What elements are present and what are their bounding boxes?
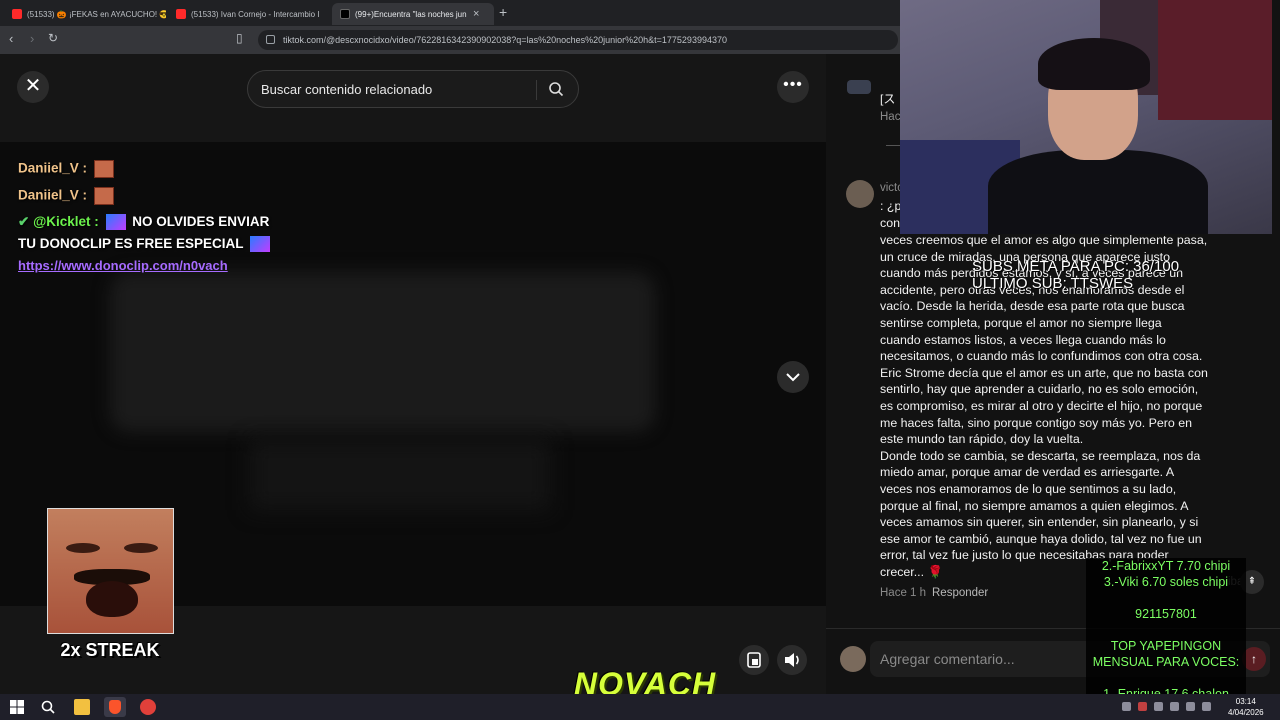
chat-text: NO OLVIDES ENVIAR (132, 214, 270, 229)
comment-text-line: : ¿p (880, 199, 902, 213)
tab-1[interactable]: (51533) 🎃 ¡FEKAS en AYACUCHO! 😎 (4, 3, 166, 25)
leaderboard-line: 3.-Viki 6.70 soles chipi (1103, 575, 1229, 589)
youtube-favicon-icon (12, 9, 22, 19)
discord-tray-icon[interactable] (1122, 702, 1131, 711)
obs-icon[interactable] (140, 699, 156, 715)
donation-leaderboard: 2.-FabrixxYT 7.70 chipi 3.-Viki 6.70 sol… (1086, 558, 1246, 701)
app-tray-icon[interactable] (1154, 702, 1163, 711)
chat-message-continued: TU DONOCLIP ES FREE ESPECIAL (18, 236, 273, 253)
video-scene-lights (250, 440, 550, 510)
donoclip-link[interactable]: https://www.donoclip.com/n0vach (18, 258, 228, 273)
streak-label: 2x STREAK (60, 640, 160, 660)
chevron-down-icon (786, 373, 800, 382)
brave-browser-icon[interactable] (104, 697, 126, 717)
tab-2[interactable]: (51533) Ivan Cornejo - Intercambio I (168, 3, 330, 25)
search-icon[interactable] (40, 699, 56, 715)
chat-message: Daniiel_V : (18, 160, 114, 178)
comment-text-partial: [ス (880, 92, 896, 106)
leaderboard-line: 2.-FabrixxYT 7.70 chipi (1101, 559, 1231, 573)
webcam-feed (900, 0, 1272, 234)
taskbar: 03:14 4/04/2026 (0, 694, 1280, 720)
chat-message: Daniiel_V : (18, 187, 114, 205)
file-explorer-icon[interactable] (74, 699, 90, 715)
search-input[interactable]: Buscar contenido relacionado (261, 82, 432, 97)
chat-text: TU DONOCLIP ES FREE ESPECIAL (18, 236, 244, 251)
subs-goal-overlay: SUBS META PARA PC: 36/100 ULTIMO SUB: TT… (972, 258, 1179, 292)
tab-3-label: (99+)Encuentra "las noches junio (355, 9, 467, 19)
chat-username: @Kicklet : (33, 214, 99, 229)
address-bar[interactable]: tiktok.com/@descxnocidxo/video/762281634… (258, 30, 898, 50)
bookmark-icon[interactable]: ▯ (236, 31, 243, 45)
close-tab-icon[interactable]: × (473, 8, 479, 20)
reload-icon[interactable]: ↻ (48, 31, 58, 45)
related-search-bar[interactable]: Buscar contenido relacionado (247, 70, 579, 108)
network-tray-icon[interactable] (1186, 702, 1195, 711)
tab-3-active[interactable]: (99+)Encuentra "las noches junio × (332, 3, 494, 25)
back-arrow-icon[interactable]: ‹ (9, 31, 13, 46)
system-clock[interactable]: 03:14 4/04/2026 (1228, 696, 1264, 718)
mic-tray-icon[interactable] (1138, 702, 1147, 711)
search-divider (536, 80, 537, 100)
search-icon[interactable] (548, 81, 564, 97)
tab-1-label: (51533) 🎃 ¡FEKAS en AYACUCHO! 😎 (27, 9, 166, 19)
comment-placeholder: Agregar comentario... (880, 651, 1015, 667)
leaderboard-line: TOP YAPEPINGON (1110, 639, 1222, 653)
chat-username: Daniiel_V : (18, 160, 88, 176)
youtube-favicon-icon (176, 9, 186, 19)
leaderboard-line: 921157801 (1135, 607, 1197, 621)
reply-button[interactable]: Responder (932, 587, 988, 599)
windows-start-icon[interactable] (9, 699, 25, 715)
volume-button[interactable] (777, 645, 807, 675)
emote-icon (93, 187, 114, 205)
clock-date: 4/04/2026 (1228, 708, 1264, 717)
tab-2-label: (51533) Ivan Cornejo - Intercambio I (191, 9, 320, 19)
laughing-face-image (47, 508, 174, 634)
verified-check-icon: ✔ (18, 214, 30, 229)
leaderboard-line: MENSUAL PARA VOCES: (1092, 655, 1240, 669)
video-scene (110, 272, 655, 432)
comment-text-line: con (880, 216, 900, 230)
chat-message: ✔ @Kicklet : NO OLVIDES ENVIAR (18, 214, 270, 231)
last-sub-text: ULTIMO SUB: TTSWES (972, 275, 1134, 292)
volume-tray-icon[interactable] (1202, 702, 1211, 711)
more-options-button[interactable]: ••• (777, 71, 809, 103)
gift-emote-icon (250, 236, 271, 253)
my-avatar (840, 646, 866, 672)
browser-toolbar: ‹ › ↻ ▯ tiktok.com/@descxnocidxo/video/7… (0, 26, 900, 54)
close-video-button[interactable]: ✕ (17, 71, 49, 103)
gift-emote-icon (105, 214, 126, 231)
site-info-icon[interactable] (266, 35, 275, 44)
browser-tab-strip: (51533) 🎃 ¡FEKAS en AYACUCHO! 😎 (51533) … (0, 0, 900, 26)
subs-goal-text: SUBS META PARA PC: 36/100 (972, 258, 1180, 275)
tiktok-favicon-icon (340, 9, 350, 19)
comment-time: Hace 1 h (880, 587, 927, 599)
avatar[interactable] (847, 80, 871, 94)
new-tab-button[interactable]: + (499, 4, 507, 20)
chat-username: Daniiel_V : (18, 187, 88, 203)
replies-divider (886, 145, 900, 146)
next-video-button[interactable] (777, 361, 809, 393)
forward-arrow-icon[interactable]: › (30, 31, 34, 46)
volume-icon (785, 653, 799, 667)
clock-time: 03:14 (1235, 697, 1256, 706)
emote-icon (93, 160, 114, 178)
avatar[interactable] (846, 180, 874, 208)
app-tray-icon[interactable] (1170, 702, 1179, 711)
url-text: tiktok.com/@descxnocidxo/video/762281634… (283, 35, 727, 45)
